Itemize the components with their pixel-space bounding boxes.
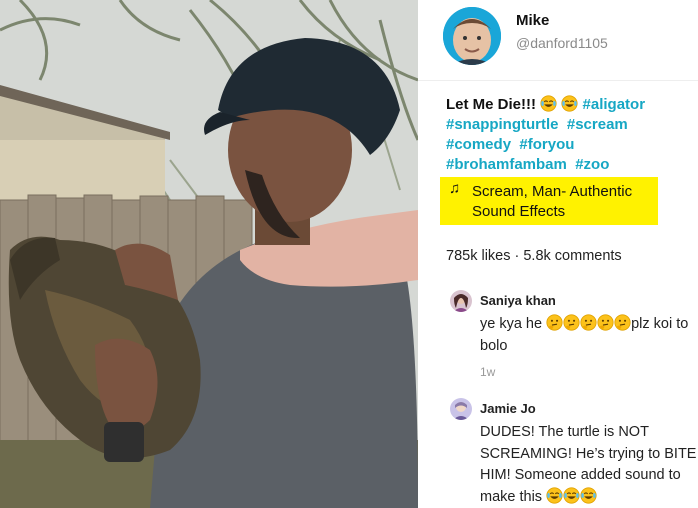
hashtag-link[interactable]: #scream bbox=[567, 116, 628, 133]
face-with-tears-of-joy-icon bbox=[561, 95, 578, 112]
video-frame bbox=[0, 0, 418, 508]
comment-text: ye kya he plz koi to bolo bbox=[480, 314, 698, 357]
avatar[interactable] bbox=[450, 398, 472, 420]
comment-item: Saniya khan ye kya he plz koi to bolo 1w bbox=[450, 290, 695, 380]
comment-timestamp: 1w bbox=[480, 365, 496, 379]
hashtag-link[interactable]: #comedy bbox=[446, 136, 511, 153]
sound-link[interactable]: ♫ Scream, Man- Authentic Sound Effects bbox=[440, 177, 658, 225]
music-note-icon: ♫ bbox=[449, 180, 461, 197]
hashtag-link[interactable]: #snappingturtle bbox=[446, 116, 559, 133]
thinking-face-icon bbox=[546, 314, 563, 331]
thinking-face-icon bbox=[597, 314, 614, 331]
comment-item: Jamie Jo DUDES! The turtle is NOT SCREAM… bbox=[450, 398, 698, 508]
face-with-tears-of-joy-icon bbox=[546, 486, 563, 504]
comment-text-part: ye kya he bbox=[480, 316, 543, 332]
thinking-face-icon bbox=[614, 314, 631, 331]
face-with-tears-of-joy-icon bbox=[580, 486, 597, 504]
post-caption: Let Me Die!!! #aligator #snappingturtle … bbox=[446, 95, 691, 175]
avatar[interactable] bbox=[450, 290, 472, 312]
username[interactable]: Mike bbox=[516, 12, 549, 29]
video-player[interactable] bbox=[0, 0, 418, 508]
thinking-face-icon bbox=[563, 314, 580, 331]
hashtag-link[interactable]: #brohamfambam bbox=[446, 156, 567, 173]
user-handle[interactable]: @danford1105 bbox=[516, 35, 608, 51]
sound-title[interactable]: Scream, Man- Authentic Sound Effects bbox=[472, 182, 657, 222]
hashtag-link[interactable]: #aligator bbox=[583, 96, 646, 113]
comment-author[interactable]: Saniya khan bbox=[480, 293, 556, 308]
face-with-tears-of-joy-icon bbox=[563, 486, 580, 504]
comment-text: DUDES! The turtle is NOT SCREAMING! He’s… bbox=[480, 422, 698, 508]
avatar[interactable] bbox=[443, 7, 501, 65]
engagement-stats: 785k likes · 5.8k comments bbox=[446, 248, 622, 264]
thinking-face-icon bbox=[580, 314, 597, 331]
profile-header[interactable]: Mike @danford1105 bbox=[418, 0, 698, 81]
face-with-tears-of-joy-icon bbox=[540, 95, 557, 112]
caption-text: Let Me Die!!! bbox=[446, 96, 536, 113]
post-detail-panel: Mike @danford1105 Let Me Die!!! #aligato… bbox=[418, 0, 698, 508]
hashtag-link[interactable]: #foryou bbox=[519, 136, 574, 153]
comment-author[interactable]: Jamie Jo bbox=[480, 401, 536, 416]
hashtag-link[interactable]: #zoo bbox=[575, 156, 609, 173]
